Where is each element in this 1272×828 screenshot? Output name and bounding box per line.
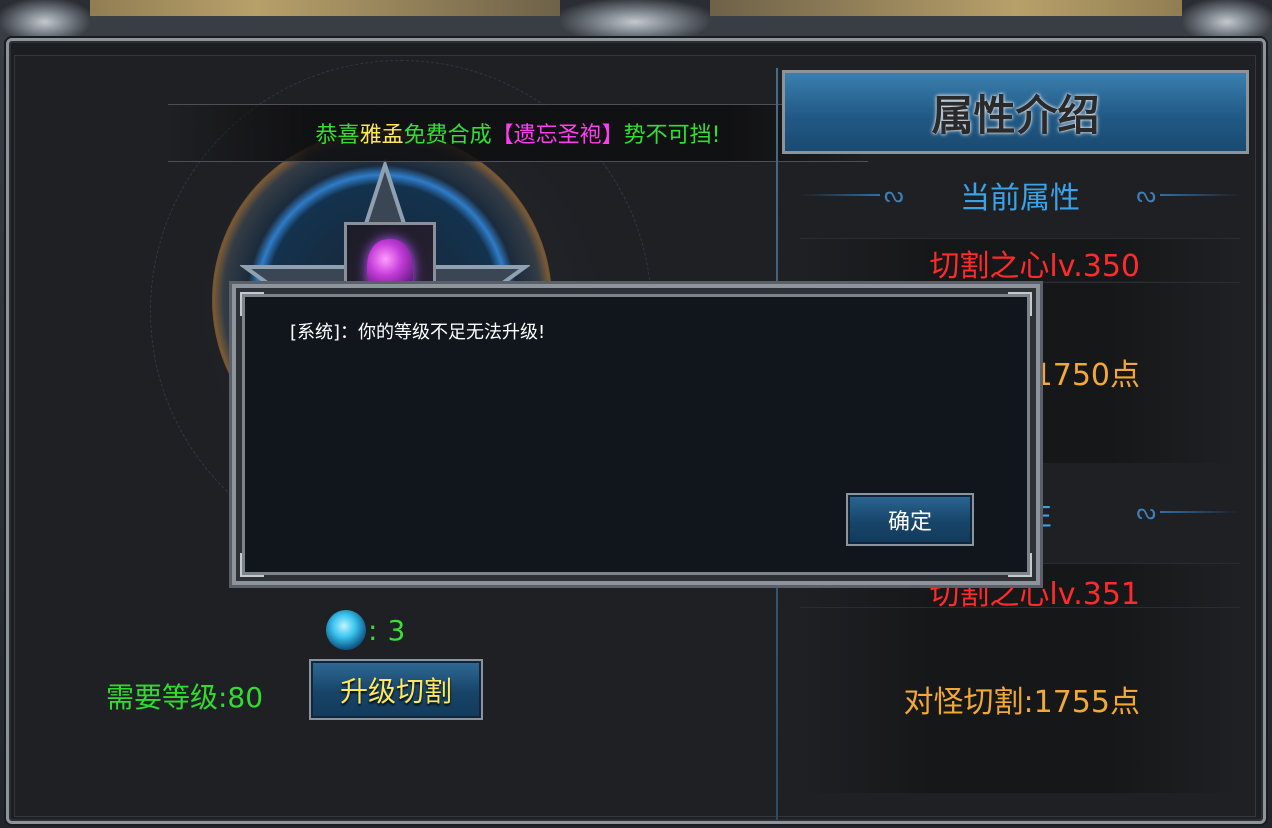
current-attribute-header: ᔓ 当前属性 ᔓ [800, 167, 1240, 223]
next-attribute-value: 对怪切割:1755点 [903, 685, 1140, 720]
announcement-banner: 恭喜 雅孟 免费合成 【遗忘圣袍】 势不可挡! [168, 104, 868, 162]
swirl-right-icon: ᔓ [1136, 183, 1156, 208]
announce-middle: 免费合成 [403, 123, 492, 148]
announce-player-name: 雅孟 [359, 123, 404, 148]
current-attribute-label: 当前属性 [960, 181, 1080, 216]
stone-separator: : [368, 613, 378, 647]
stone-count: : 3 [326, 608, 405, 652]
dialog-corner-br [1008, 553, 1032, 577]
confirm-button[interactable]: 确定 [846, 493, 974, 546]
dialog-corner-bl [240, 553, 264, 577]
announce-prefix: 恭喜 [315, 123, 360, 148]
announce-suffix: 势不可挡! [623, 123, 721, 148]
current-attribute-name: 切割之心lv.350 [929, 249, 1140, 284]
swirl-right-icon-2: ᔓ [1136, 500, 1156, 525]
dialog-message: [系统]：你的等级不足无法升级! [290, 322, 546, 343]
upgrade-cutting-button[interactable]: 升级切割 [309, 659, 483, 720]
system-message-dialog: [系统]：你的等级不足无法升级! 确定 [232, 284, 1040, 585]
dialog-corner-tr [1008, 292, 1032, 316]
swirl-left-icon: ᔓ [884, 183, 904, 208]
required-level-label: 需要等级:80 [106, 681, 264, 714]
dialog-corner-tl [240, 292, 264, 316]
blue-crystal-icon [326, 610, 366, 650]
announce-item-name: 【遗忘圣袍】 [491, 123, 624, 148]
attribute-intro-title: 属性介绍 [782, 70, 1249, 154]
stone-count-value: 3 [387, 613, 406, 647]
